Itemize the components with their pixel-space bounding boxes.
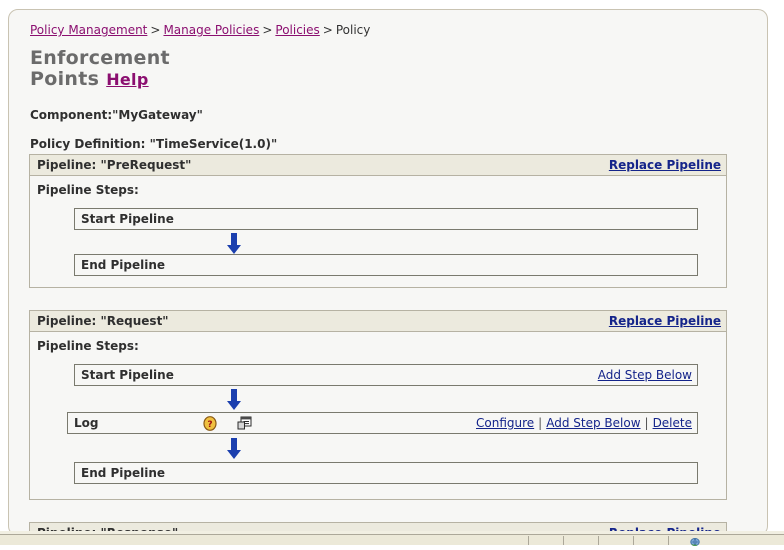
step-row-start-pipeline[interactable]: Start Pipeline Add Step Below bbox=[74, 364, 698, 386]
component-label: Component:"MyGateway" bbox=[30, 108, 203, 122]
step-label: Start Pipeline bbox=[81, 212, 174, 226]
policy-definition-label: Policy Definition: "TimeService(1.0)" bbox=[30, 137, 277, 151]
pipeline-title-prerequest: Pipeline: "PreRequest" bbox=[37, 158, 191, 172]
step-row-start-pipeline[interactable]: Start Pipeline bbox=[74, 208, 698, 230]
action-separator: | bbox=[643, 416, 651, 430]
pipeline-title-request: Pipeline: "Request" bbox=[37, 314, 169, 328]
step-label: End Pipeline bbox=[81, 258, 165, 272]
status-bar-divider bbox=[668, 536, 669, 545]
pipeline-header-prerequest: Pipeline: "PreRequest" Replace Pipeline bbox=[30, 155, 726, 176]
step-row-end-pipeline[interactable]: End Pipeline bbox=[74, 462, 698, 484]
pipeline-body-request: Pipeline Steps: Start Pipeline Add Step … bbox=[30, 332, 726, 499]
status-bar-divider bbox=[633, 536, 634, 545]
page-frame: Policy Management>Manage Policies>Polici… bbox=[8, 9, 768, 536]
step-icon-group: ? bbox=[203, 416, 252, 432]
step-row-log[interactable]: Log ? bbox=[67, 412, 698, 434]
arrow-down-icon bbox=[226, 438, 242, 460]
breadcrumb-separator: > bbox=[147, 23, 163, 37]
help-circle-icon[interactable]: ? bbox=[203, 416, 217, 431]
step-label: End Pipeline bbox=[81, 466, 165, 480]
pipeline-steps-label: Pipeline Steps: bbox=[37, 339, 139, 353]
pipeline-body-prerequest: Pipeline Steps: Start Pipeline End Pipel… bbox=[30, 176, 726, 287]
network-globe-icon[interactable] bbox=[690, 536, 701, 545]
replace-pipeline-link-request[interactable]: Replace Pipeline bbox=[609, 314, 721, 328]
breadcrumb-separator: > bbox=[259, 23, 275, 37]
status-bar-divider bbox=[598, 536, 599, 545]
pipeline-header-request: Pipeline: "Request" Replace Pipeline bbox=[30, 311, 726, 332]
add-step-below-link[interactable]: Add Step Below bbox=[596, 368, 694, 382]
page-title: Enforcement Points bbox=[30, 47, 170, 90]
breadcrumb-link-manage-policies[interactable]: Manage Policies bbox=[163, 23, 259, 37]
replace-pipeline-link-prerequest[interactable]: Replace Pipeline bbox=[609, 158, 721, 172]
page-content: Policy Management>Manage Policies>Polici… bbox=[9, 10, 767, 535]
arrow-down-icon bbox=[226, 389, 242, 411]
breadcrumb-link-policies[interactable]: Policies bbox=[275, 23, 319, 37]
status-bar-divider bbox=[528, 536, 529, 545]
help-link[interactable]: Help bbox=[106, 70, 148, 89]
pipeline-steps-label: Pipeline Steps: bbox=[37, 183, 139, 197]
step-label: Log bbox=[74, 416, 98, 430]
status-bar-divider bbox=[563, 536, 564, 545]
action-separator: | bbox=[536, 416, 544, 430]
add-step-below-link[interactable]: Add Step Below bbox=[544, 416, 642, 430]
breadcrumb-current-policy: Policy bbox=[336, 23, 371, 37]
breadcrumb-separator: > bbox=[320, 23, 336, 37]
step-label: Start Pipeline bbox=[81, 368, 174, 382]
status-bar bbox=[0, 534, 784, 545]
breadcrumb: Policy Management>Manage Policies>Polici… bbox=[30, 23, 370, 37]
step-actions: Configure|Add Step Below|Delete bbox=[474, 416, 694, 430]
configure-link[interactable]: Configure bbox=[474, 416, 536, 430]
properties-window-icon[interactable] bbox=[237, 416, 252, 431]
page-title-block: Enforcement PointsHelp bbox=[30, 48, 280, 90]
pipeline-panel-prerequest: Pipeline: "PreRequest" Replace Pipeline … bbox=[29, 154, 727, 288]
delete-link[interactable]: Delete bbox=[651, 416, 694, 430]
breadcrumb-link-policy-management[interactable]: Policy Management bbox=[30, 23, 147, 37]
arrow-down-icon bbox=[226, 233, 242, 255]
step-actions: Add Step Below bbox=[596, 368, 694, 382]
pipeline-panel-request: Pipeline: "Request" Replace Pipeline Pip… bbox=[29, 310, 727, 500]
step-row-end-pipeline[interactable]: End Pipeline bbox=[74, 254, 698, 276]
svg-text:?: ? bbox=[207, 420, 212, 430]
